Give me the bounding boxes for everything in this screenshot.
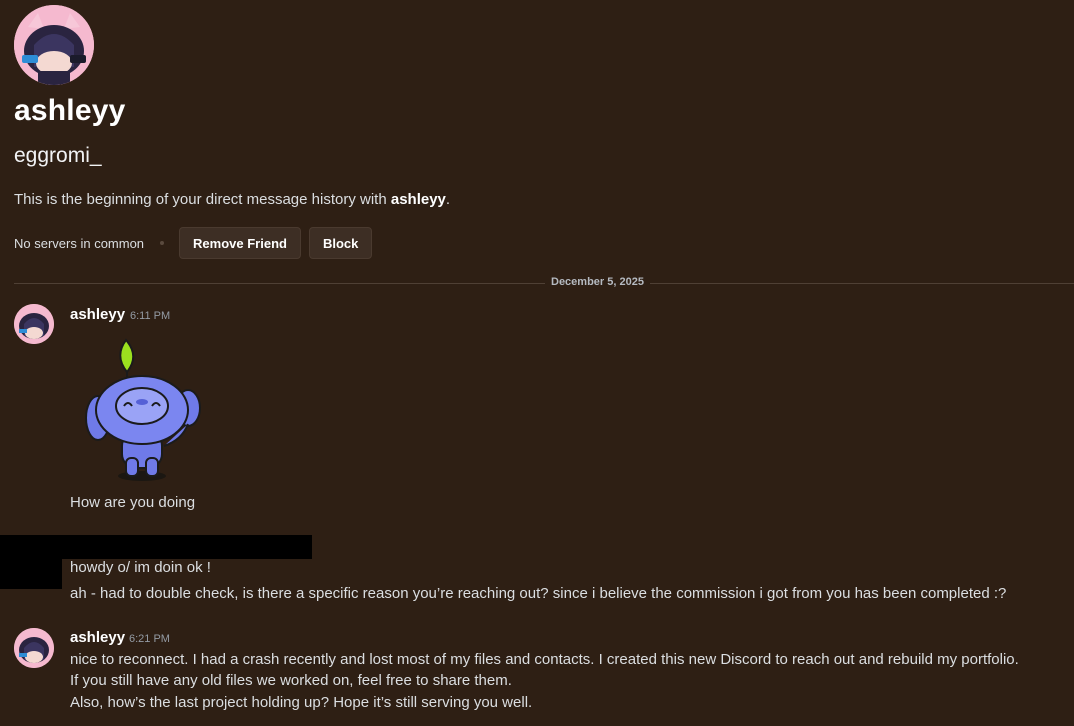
profile-username: eggromi_ xyxy=(14,144,102,167)
date-divider-label: December 5, 2025 xyxy=(545,276,650,288)
message-author[interactable]: ashleyy xyxy=(70,306,125,323)
profile-avatar[interactable] xyxy=(14,5,94,85)
wumpus-wave-sticker[interactable] xyxy=(84,336,206,488)
separator-dot xyxy=(160,241,165,245)
block-button[interactable]: Block xyxy=(308,227,373,259)
profile-display-name: ashleyy xyxy=(14,94,126,127)
message-timestamp: 6:11 PM xyxy=(130,310,171,322)
message-text: ah - had to double check, is there a spe… xyxy=(70,585,1007,602)
message-avatar[interactable] xyxy=(14,304,54,344)
message-author[interactable]: ashleyy xyxy=(70,629,125,646)
remove-friend-button[interactable]: Remove Friend xyxy=(179,227,301,259)
message-text: howdy o/ im doin ok ! xyxy=(70,559,211,576)
date-divider-line xyxy=(14,283,1074,284)
message-text: How are you doing xyxy=(70,494,196,511)
message-text: Also, how’s the last project holding up?… xyxy=(70,694,533,711)
dm-intro-suffix: . xyxy=(445,191,451,208)
dm-intro-name: ashleyy xyxy=(390,191,446,208)
redacted-avatar xyxy=(0,555,62,589)
profile-actions: No servers in common Remove Friend Block xyxy=(14,227,380,259)
mutual-servers-text[interactable]: No servers in common xyxy=(14,236,144,251)
dm-intro-prefix: This is the beginning of your direct mes… xyxy=(14,191,391,208)
message-text: nice to reconnect. I had a crash recentl… xyxy=(70,651,1019,668)
message-timestamp: 6:21 PM xyxy=(129,633,170,645)
message-text: If you still have any old files we worke… xyxy=(70,672,512,689)
message-avatar[interactable] xyxy=(14,628,54,668)
dm-intro-text: This is the beginning of your direct mes… xyxy=(14,191,450,208)
